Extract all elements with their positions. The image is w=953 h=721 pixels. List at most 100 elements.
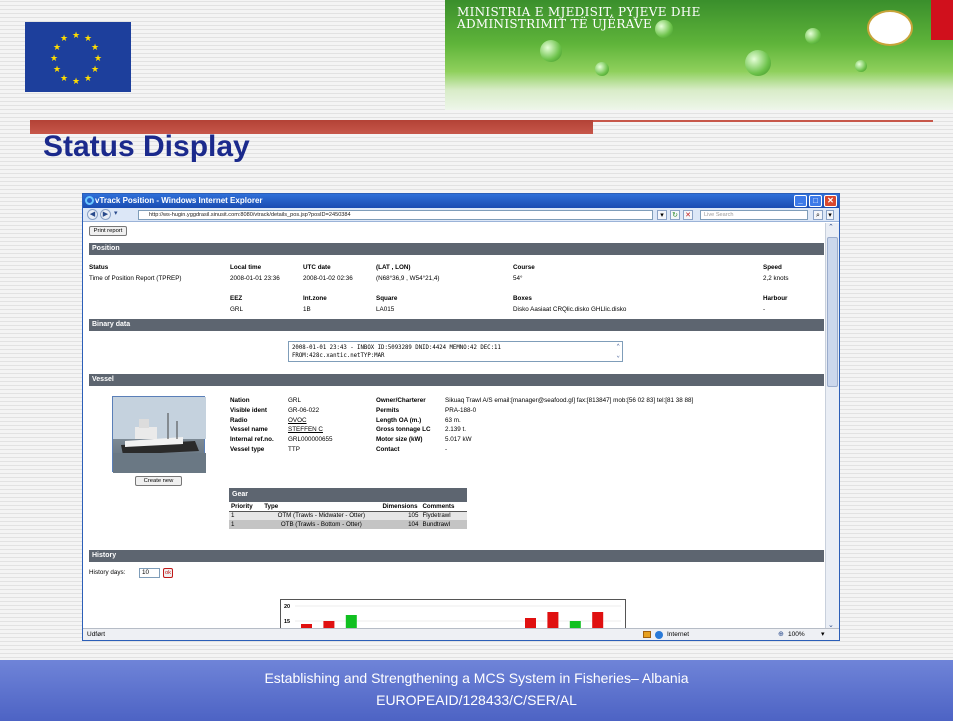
svg-text:★: ★ — [60, 34, 68, 44]
position-field-label: (LAT , LON) — [376, 264, 411, 271]
address-dropdown-icon[interactable]: ▾ — [657, 210, 667, 220]
scroll-down-icon[interactable]: ⌄ — [616, 352, 620, 360]
svg-text:★: ★ — [84, 74, 92, 84]
minimize-button[interactable]: _ — [794, 195, 807, 207]
svg-text:★: ★ — [50, 54, 58, 64]
vessel-field-label: Radio — [230, 416, 248, 424]
ministry-title: MINISTRIA E MJEDISIT, PYJEVE DHE ADMINIS… — [457, 5, 701, 31]
position-field-label: Speed — [763, 264, 782, 271]
status-bar: Udført Internet ⊕ 100% ▾ — [83, 628, 839, 640]
history-days-label: History days: — [89, 569, 126, 576]
back-button[interactable]: ◀ — [87, 209, 98, 220]
svg-text:★: ★ — [72, 77, 80, 87]
position-field-label: Course — [513, 264, 535, 271]
position-field-value: Time of Position Report (TPREP) — [89, 275, 182, 282]
vessel-field-value: - — [445, 446, 448, 453]
vessel-photo — [112, 396, 206, 473]
create-new-button[interactable]: Create new — [135, 476, 182, 486]
zoom-level[interactable]: 100% — [788, 629, 805, 640]
maximize-button[interactable]: □ — [809, 195, 822, 207]
position-field-label: Status — [89, 264, 109, 271]
history-section-header: History — [89, 550, 824, 562]
chart-bar — [592, 612, 604, 629]
vessel-field-label: Motor size (kW) — [376, 436, 423, 444]
vessel-field-label: Length OA (m.) — [376, 416, 422, 424]
vessel-field-value: TTP — [288, 446, 300, 453]
vessel-field-value: Sikuaq Trawl A/S email:[manager@seafood.… — [445, 397, 694, 404]
vessel-field-label: Contact — [376, 446, 400, 453]
address-toolbar: ◀ ▶ ▾ http://ws-hugin.yggdrasil.sinusit.… — [83, 208, 839, 222]
protected-mode-icon — [643, 631, 651, 638]
vessel-field-value: GRL — [288, 397, 301, 404]
scroll-up-icon[interactable]: ⌃ — [616, 343, 620, 351]
forward-button[interactable]: ▶ — [100, 209, 111, 220]
address-input[interactable]: http://ws-hugin.yggdrasil.sinusit.com:80… — [138, 210, 653, 220]
position-field-label: UTC date — [303, 264, 331, 271]
position-field-value: Disko Aasiaat CRQlic.disko GHLlic.disko — [513, 306, 627, 313]
binary-data-textarea[interactable]: 2008-01-01 23:43 - INBOX ID:5093289 DNID… — [288, 341, 623, 362]
albania-flag-icon — [931, 0, 953, 40]
slide-header: ★ ★ ★ ★ ★ ★ ★ ★ ★ ★ ★ ★ MINISTRIA E MJEDISIT, PY… — [0, 0, 953, 163]
title-accent-line — [593, 120, 933, 122]
search-input[interactable]: Live Search — [700, 210, 808, 220]
svg-text:★: ★ — [94, 54, 102, 64]
gear-col-comments: Comments — [422, 502, 455, 510]
position-field-label: Harbour — [763, 295, 788, 302]
table-row: 1 OTB (Trawls - Bottom - Otter) 104 Bund… — [229, 520, 467, 529]
search-icon[interactable]: ⌕ — [813, 210, 823, 220]
history-chart: 20 15 — [280, 599, 626, 629]
zone-label: Internet — [667, 631, 690, 638]
zoom-icon[interactable]: ⊕ — [778, 629, 784, 640]
eu-flag-logo: ★ ★ ★ ★ ★ ★ ★ ★ ★ ★ ★ ★ — [25, 22, 131, 92]
gear-col-dimensions: Dimensions — [382, 502, 418, 510]
scroll-up-icon[interactable]: ⌃ — [828, 223, 834, 231]
gear-header: Gear — [229, 488, 467, 502]
y-tick-label: 15 — [284, 619, 290, 625]
footer-reference: EUROPEAID/128433/C/SER/AL — [376, 692, 577, 708]
svg-text:★: ★ — [53, 43, 61, 53]
history-dropdown-icon[interactable]: ▾ — [114, 209, 118, 217]
ie-logo-icon — [85, 196, 94, 205]
position-field-value: 2,2 knots — [763, 275, 789, 282]
position-field-value: 2008-01-01 23:36 — [230, 275, 280, 282]
position-field-value: 54° — [513, 275, 523, 282]
window-title: vTrack Position - Windows Internet Explo… — [95, 196, 263, 205]
position-field-value: 1B — [303, 306, 311, 313]
close-button[interactable]: ✕ — [824, 195, 837, 207]
position-field-label: Square — [376, 295, 398, 302]
eu-stars-icon: ★ ★★ ★★★ ★★★ ★★★ — [50, 31, 102, 87]
svg-text:★: ★ — [72, 31, 80, 41]
position-field-label: Int.zone — [303, 295, 327, 302]
vessel-field-value: GRL000000655 — [288, 436, 333, 444]
vessel-field-value: 5.017 kW — [445, 436, 472, 444]
position-field-label: EEZ — [230, 295, 243, 302]
ok-button[interactable]: ok — [163, 568, 173, 578]
vessel-field-label: Internal ref.no. — [230, 436, 274, 444]
vessel-field-label: Owner/Charterer — [376, 397, 426, 404]
svg-text:★: ★ — [60, 74, 68, 84]
slide-footer: Establishing and Strengthening a MCS Sys… — [0, 660, 953, 721]
vessel-field-value: 2.139 t. — [445, 426, 467, 434]
y-tick-label: 20 — [284, 604, 290, 610]
vessel-field-label: Nation — [230, 397, 250, 404]
history-days-input[interactable]: 10 — [139, 568, 160, 578]
search-options-icon[interactable]: ▾ — [826, 210, 834, 220]
zoom-dropdown-icon[interactable]: ▾ — [821, 629, 825, 640]
svg-text:★: ★ — [53, 65, 61, 75]
position-field-value: LA015 — [376, 306, 395, 313]
gear-table: Gear Priority Type Dimensions Comments 1… — [229, 488, 467, 529]
vessel-field-label: Visible ident — [230, 406, 267, 414]
vertical-scrollbar[interactable]: ⌃ ⌄ — [825, 223, 839, 629]
position-field-label: Local time — [230, 264, 262, 271]
vessel-field-link[interactable]: STEFFEN C — [288, 426, 323, 433]
vessel-field-label: Permits — [376, 406, 400, 414]
history-chart-svg: 20 15 — [284, 604, 621, 629]
refresh-icon[interactable]: ↻ — [670, 210, 680, 220]
vessel-field-link[interactable]: OVOC — [288, 417, 307, 424]
position-field-value: 2008-01-02 02:36 — [303, 275, 353, 282]
binary-section-header: Binary data — [89, 319, 824, 331]
scroll-thumb[interactable] — [827, 237, 838, 387]
stop-icon[interactable]: ✕ — [683, 210, 693, 220]
gear-col-type: Type — [264, 502, 279, 510]
print-report-button[interactable]: Print report — [89, 226, 127, 236]
